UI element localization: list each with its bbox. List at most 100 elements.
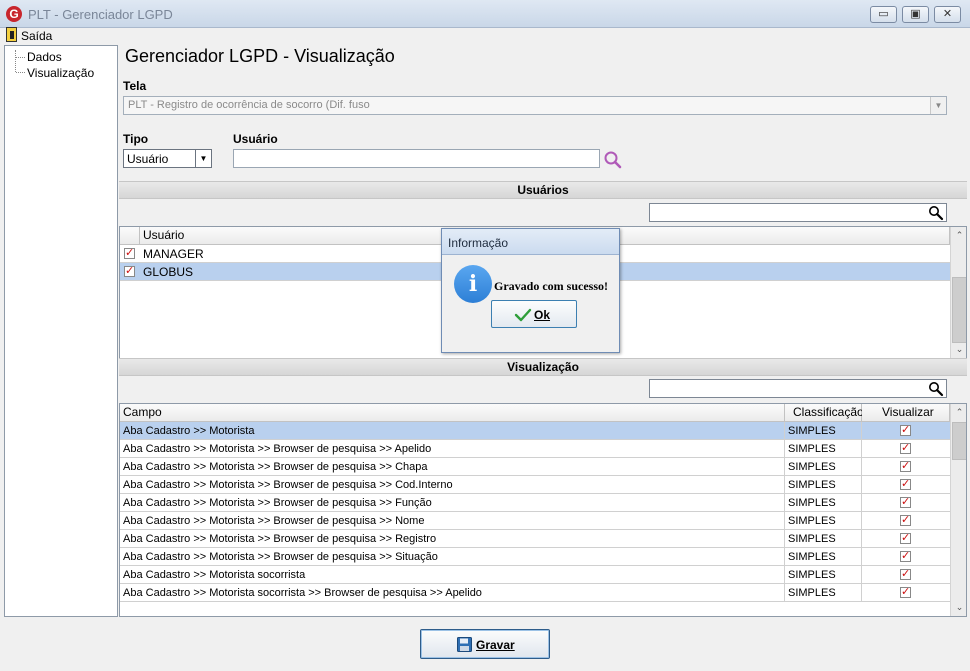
view-checkbox[interactable] [900,423,911,437]
users-filter-input[interactable] [649,203,947,222]
chevron-down-icon[interactable]: ▼ [930,97,946,114]
view-grid-header-classification[interactable]: Classificação [785,404,864,422]
view-cell [862,512,950,530]
tree-item-dados[interactable]: Dados [27,50,62,64]
table-row[interactable]: Aba Cadastro >> Motorista socorrista >> … [120,584,950,602]
field-cell: Aba Cadastro >> Motorista >> Browser de … [120,548,785,566]
screen-select[interactable]: PLT - Registro de ocorrência de socorro … [123,96,947,115]
app-logo-icon: G [6,6,22,22]
scroll-up-icon[interactable]: ⌃ [951,227,966,244]
field-cell: Aba Cadastro >> Motorista >> Browser de … [120,440,785,458]
minimize-button[interactable]: ▭ [870,6,897,23]
ok-button[interactable]: Ok [491,300,577,328]
classification-cell: SIMPLES [785,530,862,548]
view-cell [862,458,950,476]
view-cell [862,530,950,548]
view-section-header: Visualização [119,358,967,376]
check-icon [514,308,532,322]
exit-icon[interactable] [6,27,17,42]
classification-cell: SIMPLES [785,548,862,566]
view-checkbox[interactable] [900,531,911,545]
view-checkbox[interactable] [900,477,911,491]
tree-item-visualizacao[interactable]: Visualização [27,66,94,80]
window-title: PLT - Gerenciador LGPD [28,7,173,22]
info-icon: i [454,265,492,303]
classification-cell: SIMPLES [785,584,862,602]
classification-cell: SIMPLES [785,440,862,458]
view-filter-input[interactable] [649,379,947,398]
view-grid-header-field[interactable]: Campo [120,404,785,422]
view-cell [862,440,950,458]
users-scrollbar[interactable]: ⌃ ⌄ [950,227,966,358]
dialog-message: Gravado com sucesso! [494,279,608,293]
field-cell: Aba Cadastro >> Motorista >> Browser de … [120,530,785,548]
field-cell: Aba Cadastro >> Motorista [120,422,785,440]
page-title: Gerenciador LGPD - Visualização [125,46,395,66]
menu-exit[interactable]: Saída [21,29,52,43]
view-checkbox[interactable] [900,549,911,563]
dialog-title: Informação [448,236,509,250]
view-cell [862,584,950,602]
view-grid: Campo Classificação Visualizar Aba Cadas… [119,403,967,617]
view-cell [862,494,950,512]
type-label: Tipo [123,132,149,146]
field-cell: Aba Cadastro >> Motorista >> Browser de … [120,476,785,494]
table-row[interactable]: Aba Cadastro >> Motorista SIMPLES [120,422,950,440]
user-label: Usuário [233,132,278,146]
scrollbar-thumb[interactable] [952,277,966,343]
scroll-down-icon[interactable]: ⌄ [951,341,966,358]
navigation-tree: Dados Visualização [4,45,118,617]
scroll-down-icon[interactable]: ⌄ [951,599,966,616]
tree-connector [16,57,25,58]
classification-cell: SIMPLES [785,476,862,494]
user-checkbox[interactable] [124,264,135,278]
view-checkbox[interactable] [900,441,911,455]
scroll-up-icon[interactable]: ⌃ [951,404,966,421]
field-cell: Aba Cadastro >> Motorista >> Browser de … [120,458,785,476]
user-input[interactable] [233,149,600,168]
field-cell: Aba Cadastro >> Motorista >> Browser de … [120,494,785,512]
scrollbar-thumb[interactable] [952,422,966,460]
table-row[interactable]: Aba Cadastro >> Motorista >> Browser de … [120,458,950,476]
type-select[interactable]: Usuário ▼ [123,149,212,168]
user-checkbox[interactable] [124,246,135,260]
tree-connector [16,72,25,73]
users-grid-check-header [120,227,140,245]
view-checkbox[interactable] [900,567,911,581]
field-cell: Aba Cadastro >> Motorista socorrista >> … [120,584,785,602]
type-select-value: Usuário [127,152,169,166]
classification-cell: SIMPLES [785,494,862,512]
view-cell [862,476,950,494]
screen-label: Tela [123,79,147,93]
table-row[interactable]: Aba Cadastro >> Motorista >> Browser de … [120,476,950,494]
view-cell [862,422,950,440]
save-button-label: Gravar [476,638,515,652]
table-row[interactable]: Aba Cadastro >> Motorista >> Browser de … [120,494,950,512]
view-checkbox[interactable] [900,495,911,509]
table-row[interactable]: Aba Cadastro >> Motorista socorrista SIMP… [120,566,950,584]
view-cell [862,566,950,584]
view-checkbox[interactable] [900,585,911,599]
menu-bar [0,28,970,44]
view-grid-header-view[interactable]: Visualizar [862,404,950,422]
classification-cell: SIMPLES [785,512,862,530]
view-checkbox[interactable] [900,459,911,473]
classification-cell: SIMPLES [785,566,862,584]
search-icon[interactable] [603,150,623,170]
table-row[interactable]: Aba Cadastro >> Motorista >> Browser de … [120,512,950,530]
view-scrollbar[interactable]: ⌃ ⌄ [950,404,966,616]
close-button[interactable]: ✕ [934,6,961,23]
search-icon[interactable] [928,205,944,221]
search-icon[interactable] [928,381,944,397]
view-checkbox[interactable] [900,513,911,527]
table-row[interactable]: Aba Cadastro >> Motorista >> Browser de … [120,440,950,458]
ok-button-label: Ok [534,308,551,322]
info-dialog: Informação i Gravado com sucesso! Ok [441,228,620,353]
table-row[interactable]: Aba Cadastro >> Motorista >> Browser de … [120,548,950,566]
save-button[interactable]: Gravar [420,629,550,659]
table-row[interactable]: Aba Cadastro >> Motorista >> Browser de … [120,530,950,548]
maximize-button[interactable]: ▣ [902,6,929,23]
chevron-down-icon[interactable]: ▼ [195,150,211,167]
classification-cell: SIMPLES [785,458,862,476]
users-section-header: Usuários [119,181,967,199]
